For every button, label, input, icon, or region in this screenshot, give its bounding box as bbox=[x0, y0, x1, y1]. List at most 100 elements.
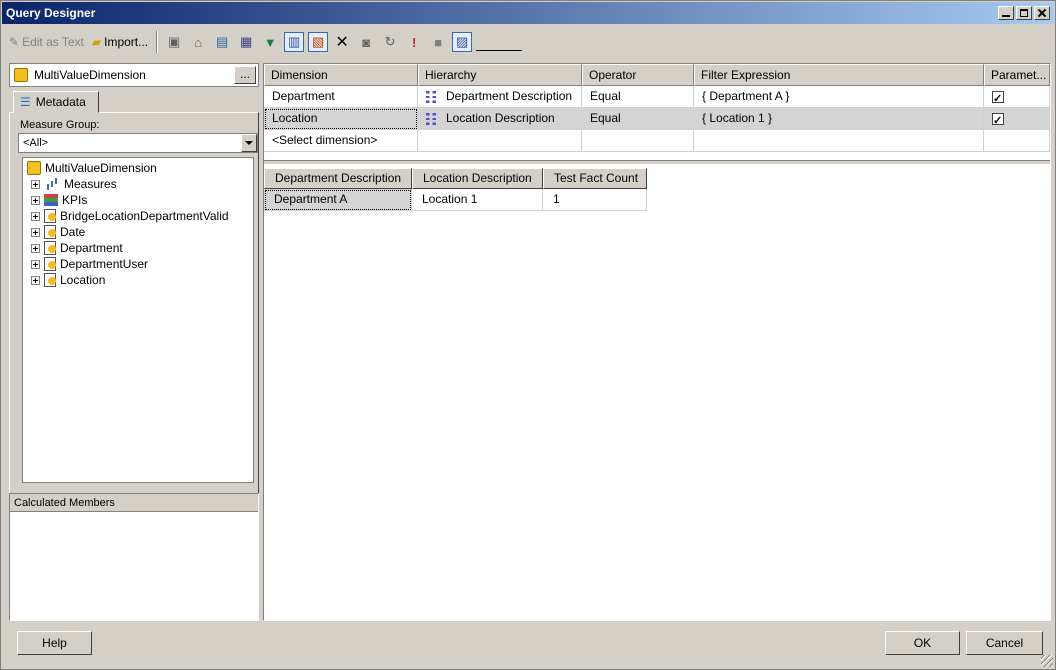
tree-item-kpis[interactable]: KPIs bbox=[25, 192, 251, 208]
filter-grid: Dimension Hierarchy Operator Filter Expr… bbox=[264, 64, 1050, 156]
tree-item-label: BridgeLocationDepartmentValid bbox=[60, 209, 229, 223]
table-cell[interactable]: Department A bbox=[264, 189, 412, 211]
edit-text-icon: ✎ bbox=[9, 35, 20, 49]
dimension-cell[interactable]: Location bbox=[264, 108, 418, 130]
calculated-members-header: Calculated Members bbox=[10, 494, 258, 512]
empty-cell[interactable] bbox=[418, 130, 582, 152]
operator-cell[interactable]: Equal bbox=[582, 108, 694, 130]
help-button[interactable]: Help bbox=[17, 631, 92, 655]
dimension-icon bbox=[44, 241, 56, 255]
edit-as-text-button[interactable]: ✎ Edit as Text bbox=[5, 31, 88, 53]
dimension-icon bbox=[44, 209, 56, 223]
table-cell[interactable]: Location 1 bbox=[412, 189, 543, 211]
calculated-members-panel[interactable]: Calculated Members bbox=[9, 493, 259, 621]
expand-icon[interactable] bbox=[31, 227, 40, 237]
minimize-icon bbox=[1002, 9, 1010, 17]
metadata-panel: Measure Group: <All> MultiValueDimension… bbox=[9, 112, 259, 548]
add-calculated-member-icon[interactable]: ▣ bbox=[164, 32, 184, 52]
tree-item-measures[interactable]: Measures bbox=[25, 176, 251, 192]
column-header-filter-expression[interactable]: Filter Expression bbox=[694, 64, 984, 86]
empty-cell[interactable] bbox=[582, 130, 694, 152]
pane-splitter[interactable] bbox=[264, 160, 1050, 164]
tree-item-label: DepartmentUser bbox=[60, 257, 149, 271]
expand-icon[interactable] bbox=[31, 275, 40, 285]
refresh-icon[interactable]: ↻ bbox=[380, 32, 400, 52]
column-header-parameters[interactable]: Paramet... bbox=[984, 64, 1050, 86]
column-header-department-description[interactable]: Department Description bbox=[264, 168, 412, 189]
import-button[interactable]: ▰ Import... bbox=[88, 31, 152, 53]
tree-item-label: Location bbox=[60, 273, 106, 287]
cancel-query-icon[interactable]: ■ bbox=[428, 32, 448, 52]
close-button[interactable] bbox=[1034, 6, 1050, 20]
chart-view-icon[interactable]: ▨ bbox=[452, 32, 473, 52]
table-cell[interactable]: 1 bbox=[543, 189, 647, 211]
cube-icon bbox=[27, 161, 41, 175]
parameter-checkbox[interactable] bbox=[992, 111, 1004, 132]
tree-item-label: Measures bbox=[64, 177, 117, 191]
ok-button[interactable]: OK bbox=[885, 631, 960, 655]
empty-cell[interactable] bbox=[984, 130, 1050, 152]
auto-execute-icon[interactable]: ▧ bbox=[308, 32, 329, 52]
select-dimension-cell[interactable]: <Select dimension> bbox=[264, 130, 418, 152]
tab-metadata[interactable]: ☰ Metadata bbox=[13, 91, 99, 113]
tree-root[interactable]: MultiValueDimension bbox=[25, 160, 251, 176]
table-row[interactable]: Department A Location 1 1 bbox=[264, 189, 647, 211]
hierarchy-cell[interactable]: Department Description bbox=[418, 86, 582, 108]
delete-icon[interactable]: ✕ bbox=[332, 32, 352, 52]
filter-expression-cell[interactable]: { Department A } bbox=[694, 86, 984, 108]
kpi-icon bbox=[44, 194, 58, 206]
calculator-icon[interactable]: ▦ bbox=[236, 32, 256, 52]
filter-expression-cell[interactable]: { Location 1 } bbox=[694, 108, 984, 130]
filter-row[interactable]: Department Department Description Equal … bbox=[264, 86, 1050, 110]
expand-icon[interactable] bbox=[31, 211, 40, 221]
measure-group-dropdown-button[interactable] bbox=[241, 134, 257, 152]
design-mode-icon[interactable]: ⌂ bbox=[188, 32, 208, 52]
measure-group-select[interactable]: <All> bbox=[18, 133, 258, 153]
filter-row[interactable]: Location Location Description Equal { Lo… bbox=[264, 108, 1050, 132]
column-header-operator[interactable]: Operator bbox=[582, 64, 694, 86]
tree-item-department[interactable]: Department bbox=[25, 240, 251, 256]
maximize-button[interactable] bbox=[1016, 6, 1032, 20]
toolbar-separator bbox=[156, 31, 159, 53]
empty-cell[interactable] bbox=[694, 130, 984, 152]
column-header-hierarchy[interactable]: Hierarchy bbox=[418, 64, 582, 86]
cube-selector[interactable]: MultiValueDimension ... bbox=[9, 63, 259, 87]
parameter-checkbox[interactable] bbox=[992, 89, 1004, 110]
resize-grip-icon[interactable] bbox=[1041, 655, 1053, 667]
title-bar: Query Designer bbox=[2, 2, 1054, 24]
filter-icon[interactable]: ▼ bbox=[260, 32, 280, 52]
tree-item-bridge[interactable]: BridgeLocationDepartmentValid bbox=[25, 208, 251, 224]
tree-item-date[interactable]: Date bbox=[25, 224, 251, 240]
browse-cube-button[interactable]: ... bbox=[234, 66, 256, 84]
expand-icon[interactable] bbox=[31, 259, 40, 269]
cancel-button[interactable]: Cancel bbox=[966, 631, 1043, 655]
column-header-test-fact-count[interactable]: Test Fact Count bbox=[543, 168, 647, 189]
hierarchy-cell[interactable]: Location Description bbox=[418, 108, 582, 130]
tree-item-location[interactable]: Location bbox=[25, 272, 251, 288]
minimize-button[interactable] bbox=[998, 6, 1014, 20]
cube-query-icon[interactable]: ◙ bbox=[356, 32, 376, 52]
column-header-dimension[interactable]: Dimension bbox=[264, 64, 418, 86]
expand-icon[interactable] bbox=[31, 243, 40, 253]
parameter-cell[interactable] bbox=[984, 86, 1050, 110]
filter-grid-header: Dimension Hierarchy Operator Filter Expr… bbox=[264, 64, 1050, 86]
tree-item-label: Date bbox=[60, 225, 86, 239]
dimension-cell[interactable]: Department bbox=[264, 86, 418, 108]
folder-open-icon: ▰ bbox=[91, 35, 102, 49]
expand-icon[interactable] bbox=[31, 179, 40, 189]
close-icon bbox=[1038, 9, 1046, 17]
column-header-location-description[interactable]: Location Description bbox=[412, 168, 543, 189]
cube-name: MultiValueDimension bbox=[34, 68, 146, 82]
toolbar: ✎ Edit as Text ▰ Import... ▣ ⌂ ▤ ▦ ▼ ▥ ▧… bbox=[5, 29, 1051, 55]
query-parameters-icon[interactable]: ▤ bbox=[212, 32, 232, 52]
expand-icon[interactable] bbox=[31, 195, 40, 205]
tree-item-departmentuser[interactable]: DepartmentUser bbox=[25, 256, 251, 272]
right-pane: Dimension Hierarchy Operator Filter Expr… bbox=[263, 63, 1051, 621]
parameter-cell[interactable] bbox=[984, 108, 1050, 132]
execute-icon[interactable]: ! bbox=[404, 32, 424, 52]
tree-item-label: KPIs bbox=[62, 193, 88, 207]
edit-as-text-label: Edit as Text bbox=[22, 35, 84, 49]
operator-cell[interactable]: Equal bbox=[582, 86, 694, 108]
new-filter-row[interactable]: <Select dimension> bbox=[264, 130, 1050, 152]
show-empty-cells-icon[interactable]: ▥ bbox=[284, 32, 305, 52]
